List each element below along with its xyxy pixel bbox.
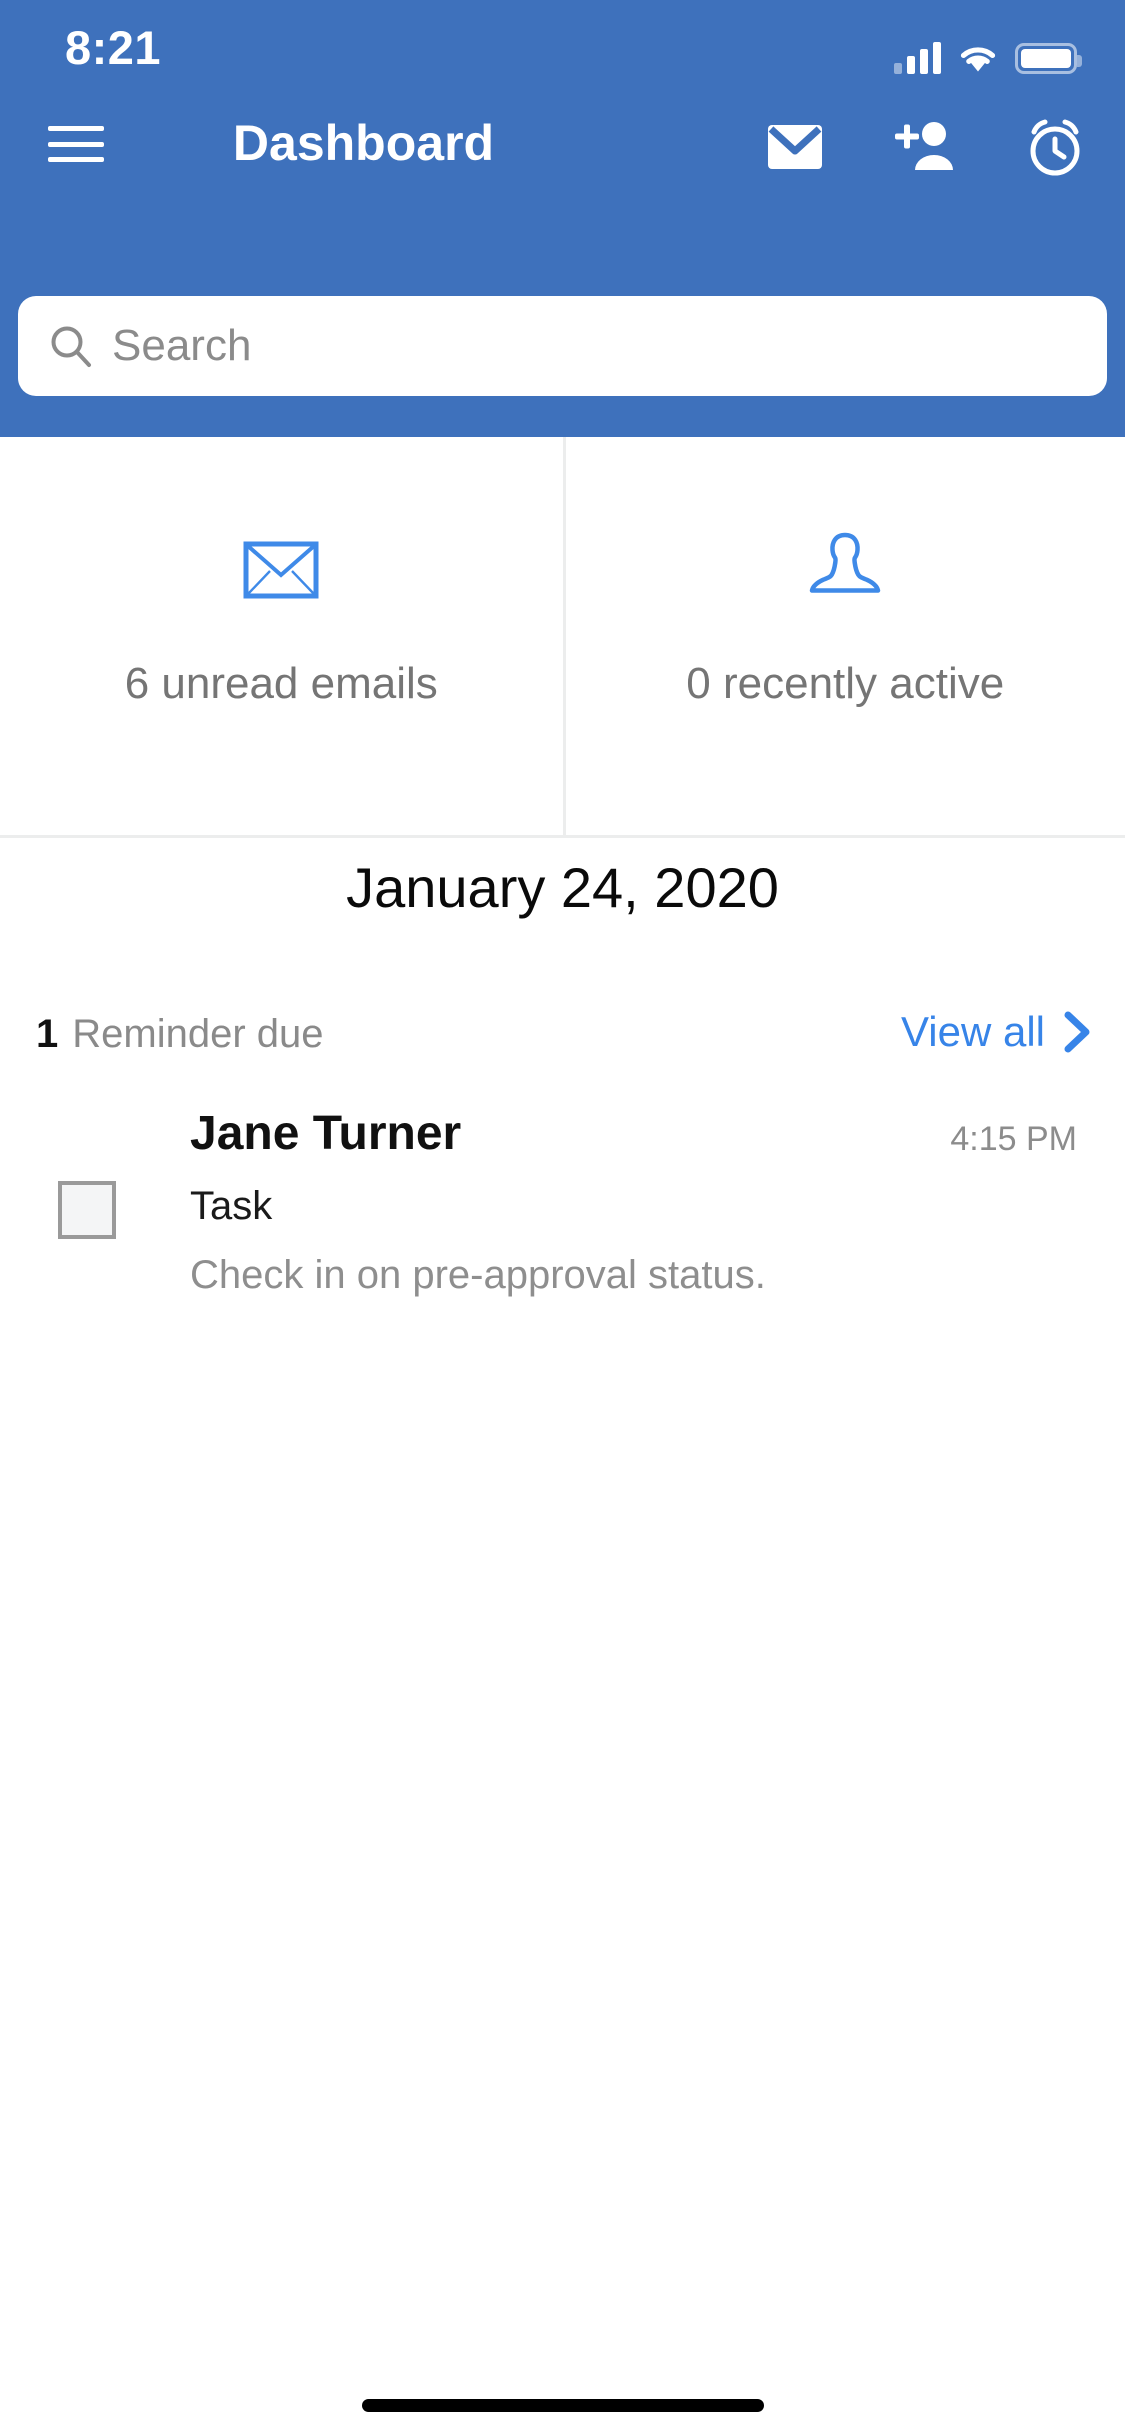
wifi-icon (960, 47, 996, 72)
reminders-count-group: 1 Reminder due (36, 1012, 324, 1057)
reminders-label: Reminder due (72, 1012, 324, 1056)
recently-active-card-icon (809, 527, 881, 613)
recently-active-card-label: 0 recently active (686, 659, 1005, 708)
search-icon (51, 326, 91, 367)
status-bar-indicators (894, 28, 1082, 74)
unread-emails-card[interactable]: 6 unread emails (0, 437, 563, 835)
navigation-bar: Dashboard (0, 100, 1125, 186)
app-root: 8:21 Dashboard Search 6 unread emails 0 … (0, 0, 1125, 2436)
nav-actions (761, 116, 1089, 178)
chevron-right-icon (1064, 1011, 1090, 1053)
recently-active-card[interactable]: 0 recently active (562, 437, 1125, 835)
alarm-button[interactable] (1021, 116, 1089, 178)
reminder-time: 4:15 PM (950, 1120, 1077, 1158)
battery-icon (1015, 43, 1082, 74)
home-indicator[interactable] (361, 2399, 764, 2412)
add-contact-button[interactable] (891, 116, 959, 178)
alarm-clock-icon (1030, 119, 1080, 176)
stat-cards-row: 6 unread emails 0 recently active (0, 437, 1125, 838)
reminder-contact-name: Jane Turner (190, 1107, 462, 1160)
unread-emails-card-label: 6 unread emails (124, 659, 438, 708)
search-input[interactable] (112, 321, 1077, 371)
view-all-button[interactable]: View all (901, 1008, 1093, 1056)
status-bar-time: 8:21 (65, 21, 162, 74)
envelope-mail-icon (768, 125, 822, 169)
cellular-signal-icon (894, 40, 941, 74)
reminders-count: 1 (36, 1012, 59, 1056)
reminder-list-item[interactable]: Jane Turner 4:15 PM Task Check in on pre… (0, 1098, 1125, 1318)
date-heading: January 24, 2020 (346, 856, 779, 919)
status-bar: 8:21 (0, 0, 1125, 100)
unread-emails-card-icon (243, 527, 319, 613)
view-all-label: View all (901, 1008, 1045, 1055)
mail-button[interactable] (761, 116, 829, 178)
envelope-outline-icon (243, 541, 319, 599)
search-bar[interactable] (18, 296, 1107, 396)
reminder-description: Check in on pre-approval status. (190, 1253, 766, 1297)
add-person-icon (895, 122, 953, 170)
person-bust-outline-icon (810, 532, 881, 593)
reminder-checkbox[interactable] (58, 1181, 116, 1239)
app-header: 8:21 Dashboard (0, 0, 1125, 437)
reminders-section-header: 1 Reminder due View all (0, 1008, 1125, 1066)
reminder-type: Task (190, 1184, 273, 1228)
